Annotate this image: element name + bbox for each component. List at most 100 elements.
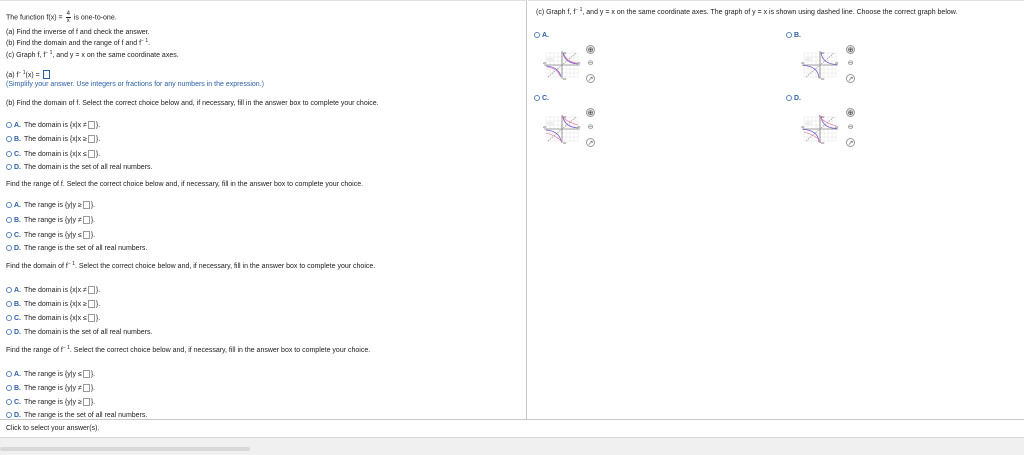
- option-letter: A.: [14, 287, 21, 294]
- radio-button[interactable]: [6, 217, 12, 223]
- option-row[interactable]: D. The domain is the set of all real numb…: [6, 328, 152, 337]
- answer-input[interactable]: [87, 121, 95, 129]
- status-bar: Click to select your answer(s).: [0, 419, 1024, 437]
- radio-button[interactable]: [6, 329, 12, 335]
- answer-input[interactable]: [82, 201, 90, 209]
- option-row[interactable]: C. The range is {y|y ≤}.: [6, 231, 95, 240]
- option-row[interactable]: B. The domain is {x|x ≥}.: [6, 300, 100, 309]
- zoom-in-icon[interactable]: ⊕: [586, 108, 595, 117]
- option-text: The domain is {x|x ≥: [24, 136, 87, 143]
- radio-button[interactable]: [6, 399, 12, 405]
- zoom-out-icon[interactable]: ⊖: [846, 123, 855, 132]
- option-row[interactable]: D. The domain is the set of all real numb…: [6, 163, 152, 172]
- radio-button[interactable]: [6, 301, 12, 307]
- graph-thumbnail[interactable]: 20 20 20 20: [542, 113, 582, 145]
- option-row[interactable]: B. The domain is {x|x ≥}.: [6, 135, 100, 144]
- answer-input[interactable]: [82, 216, 90, 224]
- answer-input[interactable]: [87, 150, 95, 158]
- option-row[interactable]: A. The domain is {x|x ≠}.: [6, 286, 100, 295]
- graph-pane: (c) Graph f, f− 1, and y = x on the same…: [528, 0, 1024, 419]
- option-row[interactable]: C. The range is {y|y ≥}.: [6, 398, 95, 407]
- popout-icon[interactable]: ↗: [586, 138, 595, 147]
- zoom-in-icon[interactable]: ⊕: [846, 108, 855, 117]
- tick-label: 20: [821, 51, 825, 55]
- answer-input[interactable]: [87, 300, 95, 308]
- answer-input[interactable]: [87, 135, 95, 143]
- answer-input[interactable]: [87, 286, 95, 294]
- tick-label: 20: [821, 115, 825, 119]
- popout-icon[interactable]: ↗: [586, 74, 595, 83]
- answer-input[interactable]: [82, 370, 90, 378]
- zoom-in-icon[interactable]: ⊕: [846, 45, 855, 54]
- option-text: The domain is {x|x ≠: [24, 287, 87, 294]
- option-letter: A.: [14, 202, 21, 209]
- radio-button[interactable]: [6, 385, 12, 391]
- scrollbar-thumb[interactable]: [0, 447, 250, 451]
- radio-button[interactable]: [534, 95, 540, 101]
- inverse-superscript: − 1: [62, 345, 70, 351]
- option-row[interactable]: A. The range is {y|y ≤}.: [6, 370, 95, 379]
- option-row[interactable]: B. The range is {y|y ≠}.: [6, 216, 95, 225]
- answer-input[interactable]: [82, 398, 90, 406]
- radio-button[interactable]: [786, 32, 792, 38]
- zoom-out-icon[interactable]: ⊖: [586, 123, 595, 132]
- option-text: The domain is the set of all real number…: [24, 164, 153, 171]
- radio-button[interactable]: [6, 315, 12, 321]
- option-row[interactable]: A. The range is {y|y ≥}.: [6, 201, 95, 210]
- horizontal-scrollbar[interactable]: [0, 437, 1024, 455]
- popout-icon[interactable]: ↗: [846, 74, 855, 83]
- question-range-f: Find the range of f. Select the correct …: [6, 181, 364, 188]
- graph-thumbnail[interactable]: 20 20 20 20: [800, 49, 840, 81]
- option-text: The domain is {x|x ≥: [24, 301, 87, 308]
- option-row[interactable]: B. The range is {y|y ≠}.: [6, 384, 95, 393]
- radio-button[interactable]: [6, 232, 12, 238]
- graph-thumbnail[interactable]: 20 20 20 20: [800, 113, 840, 145]
- popout-icon[interactable]: ↗: [846, 138, 855, 147]
- tick-label: 20: [543, 61, 547, 65]
- radio-button[interactable]: [6, 122, 12, 128]
- answer-hint: (Simplify your answer. Use integers or f…: [6, 81, 264, 88]
- zoom-out-icon[interactable]: ⊖: [846, 59, 855, 68]
- radio-button[interactable]: [6, 164, 12, 170]
- radio-button[interactable]: [6, 245, 12, 251]
- graph-option-a[interactable]: A.: [534, 31, 552, 40]
- option-row[interactable]: C. The domain is {x|x ≤}.: [6, 314, 100, 323]
- graph-question: (c) Graph f, f− 1, and y = x on the same…: [536, 8, 957, 17]
- answer-input[interactable]: [82, 384, 90, 392]
- inverse-answer-input[interactable]: [42, 70, 50, 79]
- option-text: The range is the set of all real numbers…: [24, 245, 148, 252]
- radio-button[interactable]: [6, 136, 12, 142]
- zoom-in-icon[interactable]: ⊕: [586, 45, 595, 54]
- radio-button[interactable]: [6, 287, 12, 293]
- question-domain-f: (b) Find the domain of f. Select the cor…: [6, 100, 379, 107]
- graph-option-c[interactable]: C.: [534, 94, 552, 103]
- option-end: }.: [90, 371, 96, 378]
- radio-button[interactable]: [786, 95, 792, 101]
- option-letter: D.: [14, 164, 21, 171]
- option-row[interactable]: C. The domain is {x|x ≤}.: [6, 150, 100, 159]
- graph-option-b[interactable]: B.: [786, 31, 804, 40]
- problem-intro: The function f(x) = 4x is one-to-one.: [6, 11, 117, 24]
- answer-input[interactable]: [82, 231, 90, 239]
- option-row[interactable]: D. The range is the set of all real numbe…: [6, 411, 147, 419]
- radio-button[interactable]: [6, 151, 12, 157]
- option-text: The range is {y|y ≠: [24, 385, 82, 392]
- tick-label: 20: [835, 61, 839, 65]
- answer-input[interactable]: [87, 314, 95, 322]
- option-row[interactable]: A. The domain is {x|x ≠}.: [6, 121, 100, 130]
- zoom-out-icon[interactable]: ⊖: [586, 59, 595, 68]
- option-row[interactable]: D. The range is the set of all real numbe…: [6, 244, 147, 253]
- option-letter: C.: [14, 232, 21, 239]
- radio-button[interactable]: [534, 32, 540, 38]
- status-text: Click to select your answer(s).: [6, 425, 100, 432]
- graph-option-d[interactable]: D.: [786, 94, 804, 103]
- option-letter: D.: [14, 245, 21, 252]
- radio-button[interactable]: [6, 412, 12, 418]
- radio-button[interactable]: [6, 371, 12, 377]
- radio-button[interactable]: [6, 202, 12, 208]
- question-suffix: . Select the correct choice below and, i…: [69, 347, 371, 354]
- graph-thumbnail[interactable]: 20 20 20 20: [542, 49, 582, 81]
- option-end: }.: [90, 217, 96, 224]
- question-pane: The function f(x) = 4x is one-to-one. (a…: [0, 0, 527, 419]
- option-end: }.: [95, 136, 101, 143]
